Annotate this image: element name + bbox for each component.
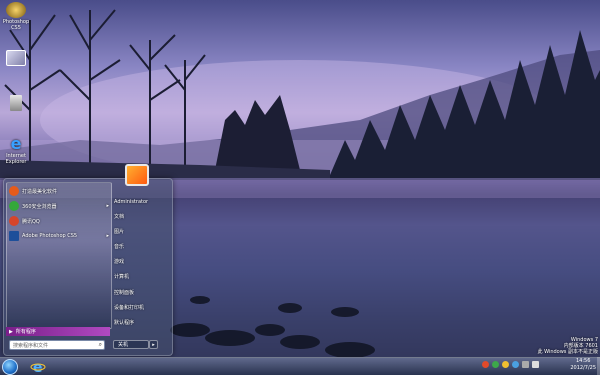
chevron-right-icon: ▸: [106, 203, 109, 209]
ie-icon: e: [10, 134, 22, 153]
taskbar-clock[interactable]: 14:56 2012/7/25: [570, 358, 596, 372]
program-item[interactable]: Adobe Photoshop CS5 ▸: [9, 230, 109, 242]
monitor-icon: [6, 50, 26, 66]
avatar[interactable]: [125, 164, 149, 186]
desktop: Photoshop CS5 e Internet Explorer 打造最美化软…: [0, 0, 600, 375]
clock-date: 2012/7/25: [570, 365, 596, 371]
chevron-right-icon: ▸: [106, 233, 109, 239]
desktop-icon-label: Photoshop CS5: [2, 19, 30, 31]
recycle-bin-icon: [10, 95, 22, 111]
update-icon[interactable]: [512, 361, 519, 368]
program-label: 打造最美化软件: [22, 188, 58, 195]
user-name[interactable]: Administrator: [114, 199, 148, 205]
watermark-line: 此 Windows 副本不是正版: [537, 349, 599, 355]
desktop-icon-label: Internet Explorer: [5, 153, 27, 165]
program-label: 360安全浏览器: [22, 203, 57, 210]
security-icon[interactable]: [502, 361, 509, 368]
svg-text:e: e: [33, 360, 43, 375]
menu-item-games[interactable]: 游戏: [114, 258, 124, 265]
menu-item-pictures[interactable]: 图片: [114, 228, 124, 235]
network-icon[interactable]: [522, 361, 529, 368]
flag-icon[interactable]: [482, 361, 489, 368]
program-item[interactable]: 360安全浏览器 ▸: [9, 200, 109, 212]
desktop-icon-recycle-bin[interactable]: [2, 95, 30, 112]
network-icon[interactable]: [492, 361, 499, 368]
program-item[interactable]: 腾讯QQ: [9, 215, 109, 227]
search-placeholder: 搜索程序和文件: [13, 342, 49, 349]
windows-orb-icon[interactable]: [2, 359, 18, 375]
photoshop-icon: [9, 231, 19, 241]
triangle-right-icon: ▶: [9, 328, 13, 335]
ie-taskbar-icon[interactable]: e: [30, 359, 46, 375]
browser-360-icon: [9, 201, 19, 211]
program-item[interactable]: 打造最美化软件: [9, 185, 109, 197]
start-menu-programs-pane: 打造最美化软件 360安全浏览器 ▸ 腾讯QQ Adobe Photoshop …: [6, 182, 112, 329]
shutdown-options-button[interactable]: ▸: [149, 340, 158, 349]
search-icon: ⌕: [98, 341, 102, 348]
qq-icon: [9, 216, 19, 226]
desktop-icon-monitor[interactable]: [2, 50, 30, 67]
all-programs-label: 所有程序: [15, 329, 36, 335]
volume-icon[interactable]: [532, 361, 539, 368]
shutdown-button[interactable]: 关机: [113, 340, 149, 349]
menu-item-devices-printers[interactable]: 设备和打印机: [114, 304, 144, 311]
windows-watermark: Windows 7 内部版本 7601 此 Windows 副本不是正版: [538, 337, 599, 355]
program-label: 腾讯QQ: [22, 218, 40, 225]
menu-item-default-programs[interactable]: 默认程序: [114, 319, 134, 326]
clock-time: 14:56: [575, 358, 591, 364]
desktop-icon-photoshop[interactable]: Photoshop CS5: [2, 2, 30, 31]
green-app-icon: [9, 186, 19, 196]
all-programs-button[interactable]: ▶ 所有程序: [6, 327, 110, 336]
menu-item-control-panel[interactable]: 控制面板: [114, 289, 134, 296]
menu-item-computer[interactable]: 计算机: [114, 273, 129, 280]
menu-item-documents[interactable]: 文档: [114, 213, 124, 220]
search-input[interactable]: 搜索程序和文件 ⌕: [9, 340, 105, 350]
photoshop-app-icon: [6, 2, 26, 18]
menu-item-music[interactable]: 音乐: [114, 243, 124, 250]
desktop-icon-ie[interactable]: e Internet Explorer: [2, 134, 30, 166]
program-label: Adobe Photoshop CS5: [22, 233, 78, 239]
system-tray: [482, 361, 539, 371]
